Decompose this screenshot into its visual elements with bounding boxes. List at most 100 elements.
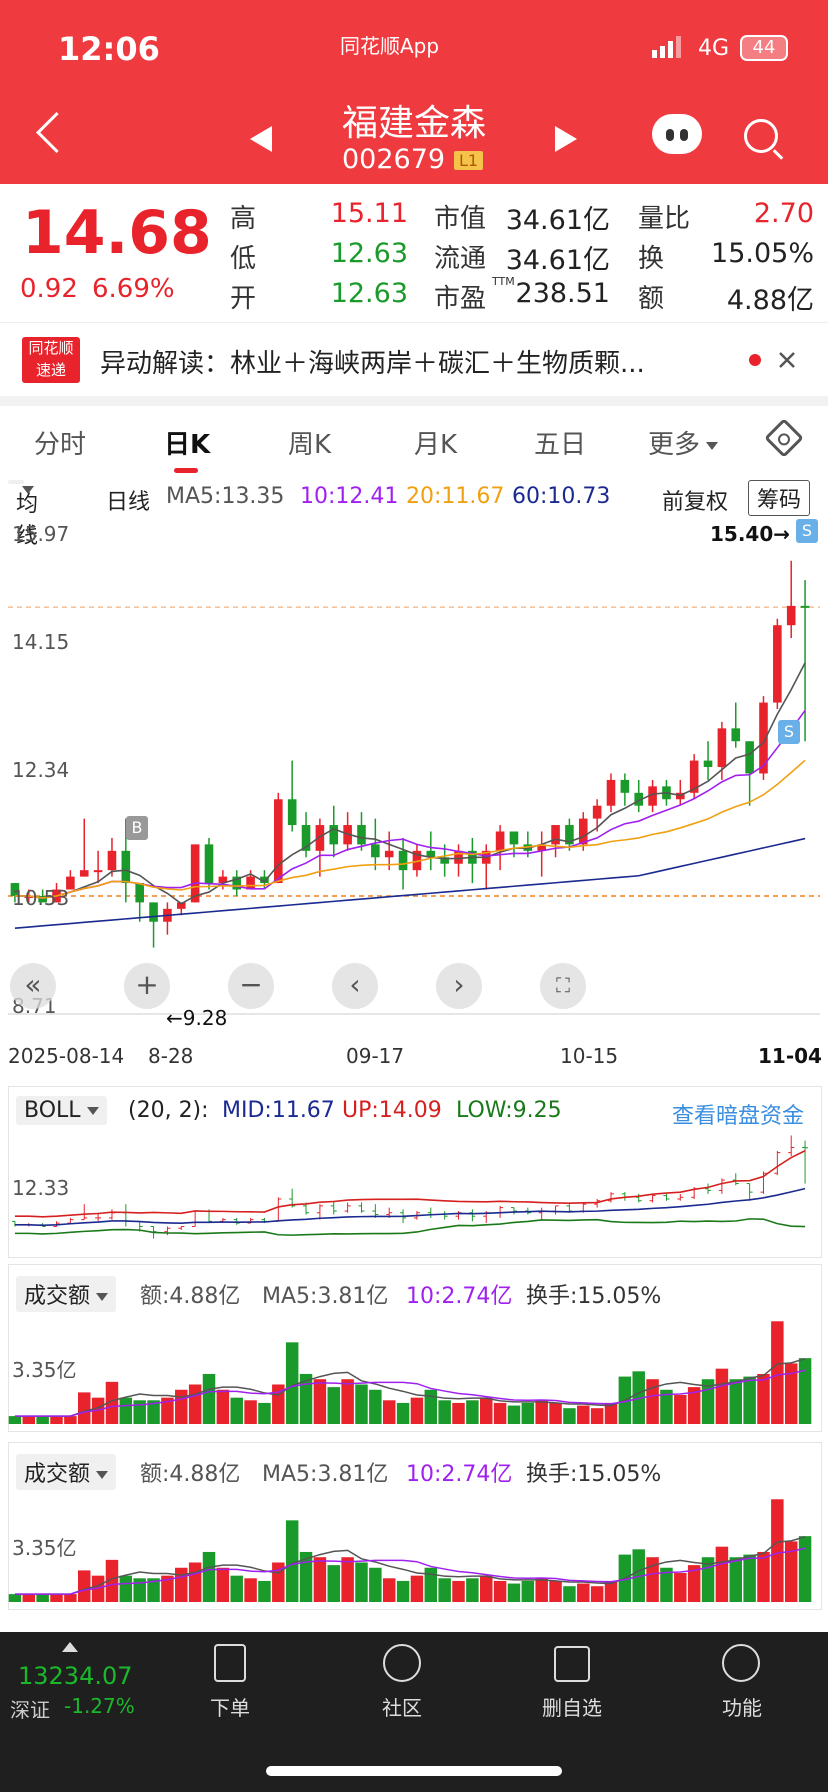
amount-value: 4.88亿 [726, 285, 814, 316]
volume-bar [715, 1368, 729, 1424]
volume-bar [466, 1400, 479, 1424]
next-stock-icon[interactable] [555, 126, 577, 152]
candle-body [274, 799, 283, 884]
volume-bar [535, 1400, 548, 1424]
nav-order[interactable]: 下单 [190, 1692, 270, 1721]
candle-body [398, 850, 408, 871]
pan-left-icon[interactable]: ‹ [332, 963, 378, 1009]
candle-body [204, 844, 214, 884]
tab-monthly-k[interactable]: 月K [414, 424, 457, 461]
fullscreen-icon[interactable]: ⛶ [540, 963, 586, 1009]
order-icon[interactable] [214, 1644, 246, 1682]
vol2-ma5: MA5:3.81亿 [262, 1462, 389, 1487]
date-label-1: 2025-08-14 [8, 1044, 125, 1068]
volume-bar [798, 1358, 812, 1424]
candle-body [287, 799, 297, 826]
vol1-selector-label: 成交额 [24, 1284, 91, 1309]
nav-remove-watchlist[interactable]: 删自选 [532, 1692, 612, 1721]
volume-bar [313, 1379, 327, 1424]
low-label: 低 [230, 244, 257, 274]
volume-bar [521, 1580, 535, 1602]
app-header: 12:06 同花顺App 4G 44 福建金森 002679 L1 [0, 0, 828, 184]
chevron-down-icon [96, 1293, 109, 1301]
y-label-2: 14.15 [12, 630, 70, 654]
boll-selector[interactable]: BOLL [16, 1096, 107, 1125]
zoom-out-icon[interactable]: − [228, 963, 274, 1009]
tab-fenshi[interactable]: 分时 [34, 424, 86, 461]
price-change-pct: 6.69% [92, 274, 175, 304]
pan-right-icon[interactable]: › [436, 963, 482, 1009]
volume-bar [480, 1575, 493, 1602]
tab-more[interactable]: 更多 [648, 424, 719, 461]
ma5-value: MA5:13.35 [166, 484, 285, 509]
nav-community[interactable]: 社区 [362, 1692, 442, 1721]
tab-daily-k[interactable]: 日K [164, 424, 210, 461]
sell-badge-2[interactable]: S [778, 720, 800, 744]
index-change: -1.27% [64, 1694, 135, 1718]
ma-legend: 均线 日线 MA5:13.35 10:12.41 20:11.67 60:10.… [0, 478, 828, 549]
turnover-value: 15.05% [711, 238, 814, 269]
tab-weekly-k[interactable]: 周K [288, 424, 331, 461]
kline-chart[interactable] [0, 514, 828, 1034]
volume-bar [355, 1562, 368, 1602]
candle-body [606, 779, 616, 806]
open-value: 12.63 [330, 278, 408, 309]
volume-bar [64, 1594, 77, 1602]
volume-bar [50, 1594, 63, 1602]
settings-icon[interactable] [764, 418, 804, 458]
volume-bar [78, 1570, 91, 1602]
battery-icon: 44 [740, 35, 788, 61]
buy-badge[interactable]: B [126, 816, 148, 840]
chevron-down-icon [86, 1107, 99, 1115]
volume-bar [285, 1520, 299, 1602]
sell-badge[interactable]: S [796, 519, 818, 543]
y-label-top: 15.97 [12, 522, 70, 546]
vol1-selector[interactable]: 成交额 [16, 1276, 117, 1312]
rewind-icon[interactable]: « [10, 963, 56, 1009]
community-icon[interactable] [383, 1644, 421, 1682]
robot-assistant-icon[interactable] [652, 114, 702, 154]
candle-body [329, 825, 339, 845]
adjust-mode[interactable]: 前复权 [662, 484, 728, 516]
collapse-up-icon[interactable] [62, 1642, 78, 1652]
volume-bar [410, 1575, 424, 1602]
nav-functions[interactable]: 功能 [702, 1692, 782, 1721]
volume-bar [743, 1554, 756, 1602]
boll-params: (20, 2): [128, 1098, 209, 1123]
vol1-ma5: MA5:3.81亿 [262, 1284, 389, 1309]
prev-stock-icon[interactable] [250, 126, 272, 152]
volume-bar [493, 1402, 507, 1424]
ma5-line [14, 662, 806, 905]
volume-bar [50, 1416, 63, 1424]
volume-bar [438, 1578, 451, 1602]
volume-bar [715, 1546, 729, 1602]
volume-bar [244, 1578, 257, 1602]
zoom-in-icon[interactable]: + [124, 963, 170, 1009]
ma-selector[interactable]: 均线 [8, 480, 38, 549]
mktcap-value: 34.61亿 [505, 205, 610, 236]
remove-watchlist-icon[interactable] [554, 1646, 590, 1682]
news-banner[interactable]: 同花顺速递 异动解读：林业＋海峡两岸＋碳汇＋生物质颗... [0, 322, 828, 397]
unread-dot-icon [749, 354, 761, 366]
back-icon[interactable] [35, 111, 78, 154]
dark-pool-link[interactable]: 查看暗盘资金 [672, 1098, 804, 1130]
chevron-down-icon [706, 441, 719, 450]
volume-bar [202, 1373, 216, 1424]
menu-icon[interactable] [722, 1644, 760, 1682]
candle-body [107, 850, 117, 871]
tab-five-day[interactable]: 五日 [534, 424, 586, 461]
min-price-annotation: ←9.28 [166, 1006, 228, 1030]
chip-button[interactable]: 筹码 [748, 480, 811, 516]
boll-low: LOW:9.25 [456, 1098, 562, 1123]
volume-bar [382, 1400, 396, 1424]
candle-body [121, 850, 131, 884]
vol2-selector[interactable]: 成交额 [16, 1454, 117, 1490]
float-value: 34.61亿 [505, 245, 610, 276]
volume-bar [327, 1565, 340, 1602]
tab-more-label: 更多 [648, 430, 701, 460]
volume-bar [369, 1567, 382, 1602]
search-icon[interactable] [744, 119, 778, 153]
volume-bar [382, 1578, 396, 1602]
pe-value: 238.51 [515, 278, 610, 309]
close-icon[interactable] [778, 351, 796, 369]
